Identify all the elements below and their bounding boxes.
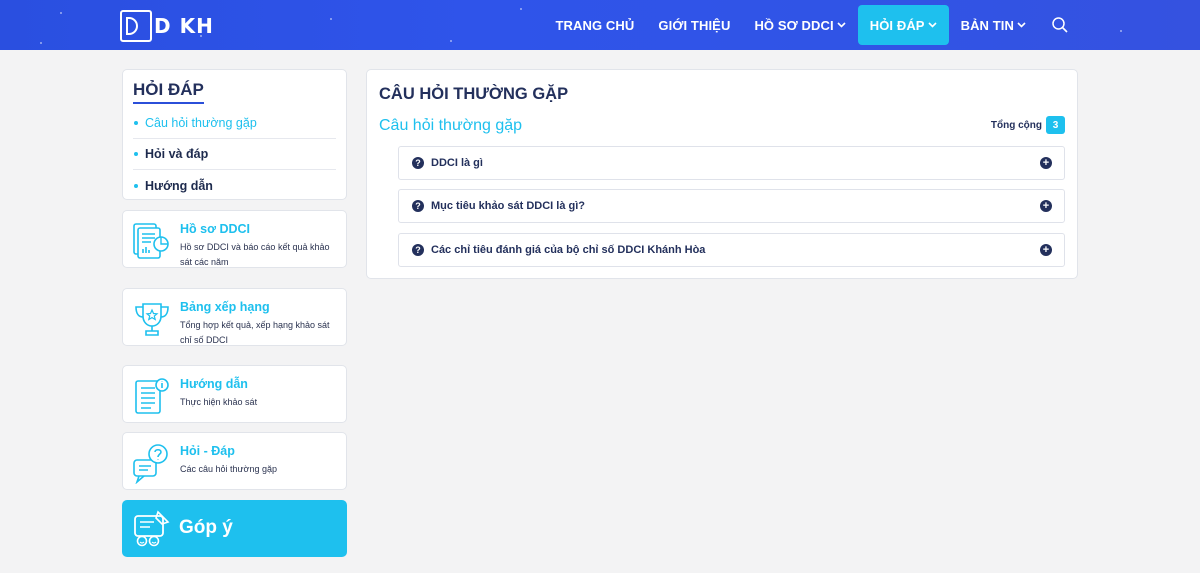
faq-question: Các chỉ tiêu đánh giá của bộ chỉ số DDCI… xyxy=(431,244,706,256)
nav-item-ban-tin[interactable]: BẢN TIN xyxy=(949,5,1038,45)
card-description: Tổng hợp kết quả, xếp hạng khảo sát chỉ … xyxy=(180,320,330,345)
nav-label: TRANG CHỦ xyxy=(555,17,635,33)
card-huong-dan[interactable]: Hướng dẫn Thực hiện khảo sát xyxy=(122,365,347,423)
feedback-button[interactable]: Góp ý xyxy=(122,500,347,557)
question-icon: ? xyxy=(412,244,424,256)
documents-chart-icon xyxy=(133,223,169,259)
chevron-down-icon xyxy=(837,22,846,28)
nav-label: BẢN TIN xyxy=(960,17,1014,33)
sidebar-item-label: Hỏi và đáp xyxy=(145,147,209,161)
card-hoi-dap[interactable]: Hỏi - Đáp Các câu hỏi thường gặp xyxy=(122,432,347,490)
nav-label: HỒ SƠ DDCI xyxy=(754,17,834,33)
faq-item[interactable]: ? Mục tiêu khảo sát DDCI là gì? + xyxy=(398,189,1065,223)
card-title: Bảng xếp hạng xyxy=(180,300,270,314)
total-label: Tổng cộng xyxy=(990,119,1042,131)
sidebar-list: Câu hỏi thường gặp Hỏi và đáp Hướng dẫn xyxy=(133,108,336,201)
card-description: Thực hiện khảo sát xyxy=(180,397,258,407)
faq-panel: CÂU HỎI THƯỜNG GẶP Câu hỏi thường gặp Tổ… xyxy=(366,69,1078,279)
feedback-label: Góp ý xyxy=(179,517,233,538)
faq-item[interactable]: ? Các chỉ tiêu đánh giá của bộ chỉ số DD… xyxy=(398,233,1065,267)
question-chat-icon xyxy=(133,444,168,484)
expand-plus-icon[interactable]: + xyxy=(1040,244,1052,256)
nav-label: HỎI ĐÁP xyxy=(869,17,925,33)
feedback-icon xyxy=(134,510,170,547)
question-icon: ? xyxy=(412,200,424,212)
logo-text: D KH xyxy=(154,14,214,38)
count-badge: 3 xyxy=(1046,116,1065,134)
sidebar-item-hoi-va-dap[interactable]: Hỏi và đáp xyxy=(133,139,336,170)
main-nav: TRANG CHỦ GIỚI THIỆU HỒ SƠ DDCI HỎI ĐÁP … xyxy=(543,0,1080,50)
sidebar-item-label: Câu hỏi thường gặp xyxy=(145,116,257,130)
sidebar-item-label: Hướng dẫn xyxy=(145,178,213,193)
card-bang-xep-hang[interactable]: Bảng xếp hạng Tổng hợp kết quả, xếp hạng… xyxy=(122,288,347,346)
sidebar-menu: HỎI ĐÁP Câu hỏi thường gặp Hỏi và đáp Hư… xyxy=(122,69,347,200)
faq-question: Mục tiêu khảo sát DDCI là gì? xyxy=(431,200,586,212)
search-icon[interactable] xyxy=(1040,5,1080,45)
nav-item-trang-chu[interactable]: TRANG CHỦ xyxy=(543,5,646,45)
section-subtitle: Câu hỏi thường gặp xyxy=(379,117,523,134)
site-logo[interactable]: D KH xyxy=(120,10,214,42)
bullet-icon xyxy=(134,121,138,125)
sidebar-item-cau-hoi-thuong-gap[interactable]: Câu hỏi thường gặp xyxy=(133,108,336,139)
top-header: D KH TRANG CHỦ GIỚI THIỆU HỒ SƠ DDCI HỎI… xyxy=(0,0,1200,50)
expand-plus-icon[interactable]: + xyxy=(1040,157,1052,169)
total-count: Tổng cộng 3 xyxy=(991,116,1065,134)
card-description: Hồ sơ DDCI và báo cáo kết quả khảo sát c… xyxy=(180,242,330,267)
chevron-down-icon xyxy=(1017,22,1026,28)
bullet-icon xyxy=(134,183,138,188)
nav-item-hoi-dap[interactable]: HỎI ĐÁP xyxy=(857,5,949,45)
question-icon: ? xyxy=(412,157,424,169)
card-title: Hỏi - Đáp xyxy=(180,444,235,458)
nav-label: GIỚI THIỆU xyxy=(658,17,731,33)
card-title: Hướng dẫn xyxy=(180,377,248,391)
trophy-icon xyxy=(135,303,169,336)
nav-item-ho-so-ddci[interactable]: HỒ SƠ DDCI xyxy=(742,5,857,45)
page-title: CÂU HỎI THƯỜNG GẶP xyxy=(379,85,569,103)
faq-question: DDCI là gì xyxy=(431,157,483,169)
logo-mark-icon xyxy=(120,10,152,42)
expand-plus-icon[interactable]: + xyxy=(1040,200,1052,212)
chevron-down-icon xyxy=(928,22,937,28)
bullet-icon xyxy=(134,152,138,156)
card-title: Hồ sơ DDCI xyxy=(180,222,251,236)
sidebar-item-huong-dan[interactable]: Hướng dẫn xyxy=(133,170,336,201)
card-ho-so-ddci[interactable]: Hồ sơ DDCI Hồ sơ DDCI và báo cáo kết quả… xyxy=(122,210,347,268)
card-description: Các câu hỏi thường gặp xyxy=(180,464,277,474)
faq-item[interactable]: ? DDCI là gì + xyxy=(398,146,1065,180)
nav-item-gioi-thieu[interactable]: GIỚI THIỆU xyxy=(646,5,742,45)
guide-document-icon xyxy=(135,378,169,414)
sidebar-title: HỎI ĐÁP xyxy=(133,80,204,104)
